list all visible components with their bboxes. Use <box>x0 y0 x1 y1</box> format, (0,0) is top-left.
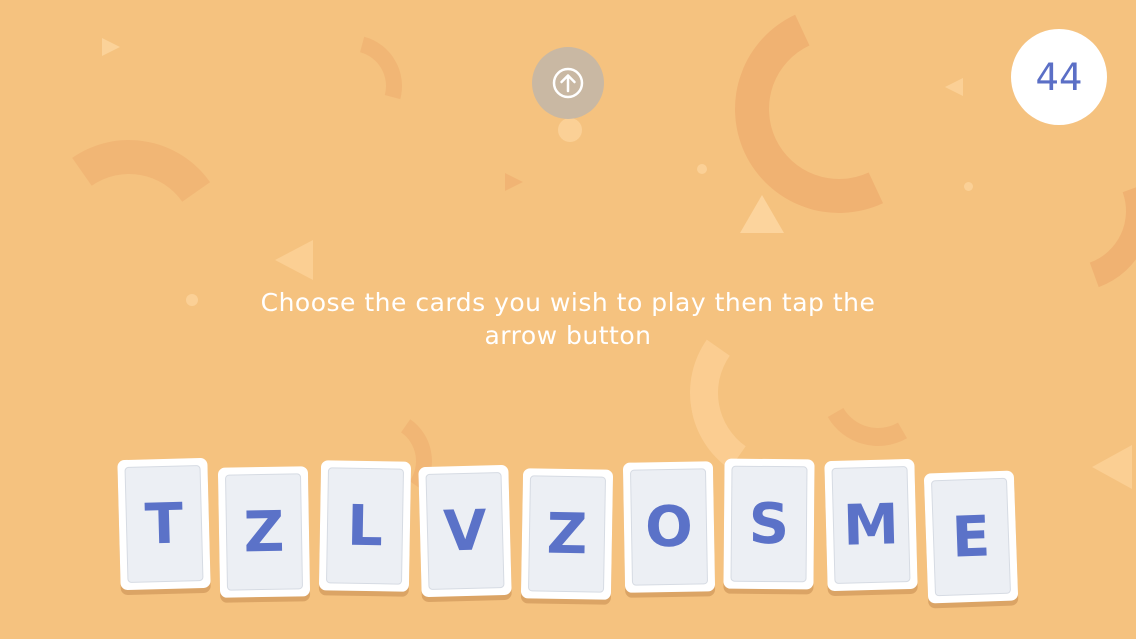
decorative-triangle <box>275 240 313 280</box>
letter-card[interactable]: V <box>418 464 512 598</box>
arrow-up-circle-icon <box>552 67 584 99</box>
card-letter: O <box>644 494 694 560</box>
decorative-triangle <box>505 173 523 191</box>
decorative-triangle <box>102 38 120 56</box>
decorative-arc <box>281 16 421 156</box>
decorative-arc <box>705 0 973 243</box>
instruction-text: Choose the cards you wish to play then t… <box>218 286 918 352</box>
decorative-dot <box>186 294 198 306</box>
timer-value: 44 <box>1035 55 1083 99</box>
play-arrow-button[interactable] <box>532 47 604 119</box>
letter-card[interactable]: O <box>622 461 716 593</box>
decorative-triangle <box>1092 445 1132 489</box>
letter-card[interactable]: L <box>318 460 412 592</box>
card-letter: L <box>346 493 384 559</box>
decorative-triangle <box>740 195 784 233</box>
decorative-arc <box>963 103 1136 319</box>
letter-card[interactable]: E <box>923 470 1019 604</box>
letter-card[interactable]: S <box>723 458 815 590</box>
decorative-triangle <box>945 78 963 96</box>
instruction-line-2: arrow button <box>484 321 652 350</box>
card-letter: S <box>748 491 790 557</box>
letter-card[interactable]: M <box>824 458 918 592</box>
card-letter: T <box>144 491 184 557</box>
decorative-arc <box>14 124 244 354</box>
decorative-dot <box>558 118 582 142</box>
card-letter: Z <box>243 499 285 565</box>
decorative-dot <box>964 182 973 191</box>
countdown-timer: 44 <box>1011 29 1107 125</box>
letter-card[interactable]: Z <box>520 468 614 600</box>
card-letter: M <box>842 491 900 559</box>
card-letter: E <box>950 503 992 571</box>
letter-card[interactable]: T <box>117 457 211 591</box>
letter-card[interactable]: Z <box>217 466 311 598</box>
card-letter: V <box>442 497 488 565</box>
instruction-line-1: Choose the cards you wish to play then t… <box>260 288 876 317</box>
card-letter: Z <box>546 501 588 567</box>
decorative-dot <box>697 164 707 174</box>
